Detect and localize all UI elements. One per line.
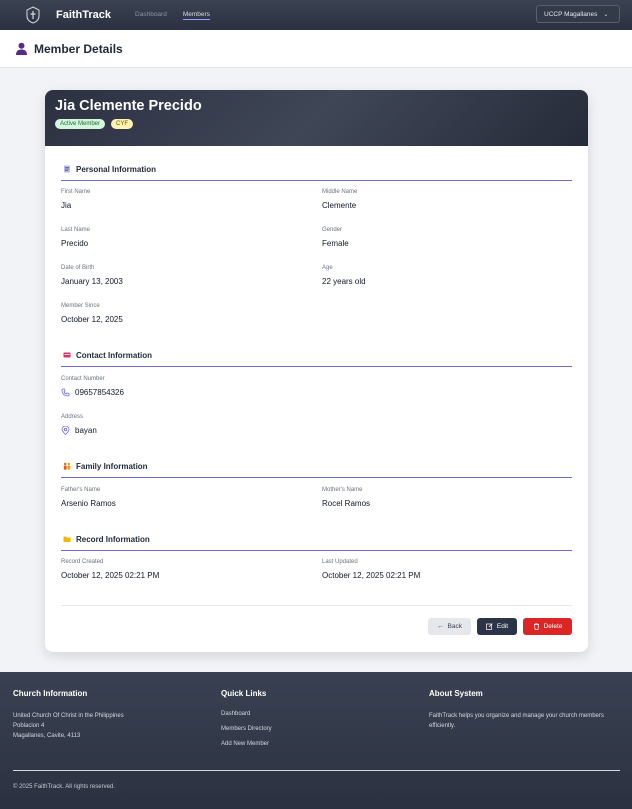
user-icon [16, 42, 27, 55]
actions-divider [61, 605, 572, 606]
field-value: January 13, 2003 [61, 277, 123, 286]
status-badge: Active Member [55, 119, 106, 129]
section-divider [61, 180, 572, 181]
field-first-name: First Name Jia [61, 189, 90, 210]
church-select-label: UCCP Magallanes [544, 10, 598, 18]
field-record-created: Record Created October 12, 2025 02:21 PM [61, 559, 159, 580]
field-label: Gender [322, 227, 343, 233]
footer-heading: Quick Links [221, 689, 267, 698]
field-label: Member Since [61, 303, 100, 309]
field-value: Arsenio Ramos [61, 499, 116, 508]
footer-church-info: Church Information United Church Of Chri… [13, 689, 124, 741]
back-button-label: Back [447, 623, 462, 630]
section-divider [61, 477, 572, 478]
field-label: Record Created [61, 559, 104, 565]
field-value: Jia [61, 201, 72, 210]
field-value: bayan [75, 426, 97, 435]
field-label: Date of Birth [61, 265, 95, 271]
section-title: Personal Information [76, 164, 157, 174]
card-header: Jia Clemente Precido Active Member CYF [45, 90, 588, 146]
about-text: FaithTrack helps you organize and manage… [429, 713, 604, 729]
site-footer: Church Information United Church Of Chri… [0, 672, 632, 809]
nav-link-members[interactable]: Members [182, 11, 210, 20]
footer-divider [13, 770, 620, 771]
field-value: Female [322, 239, 349, 248]
group-badge: CYF [111, 119, 134, 129]
record-info-section: Record Information [61, 532, 572, 551]
member-details-card: Jia Clemente Precido Active Member CYF P… [45, 90, 588, 652]
edit-button-label: Edit [496, 623, 509, 630]
trash-icon [533, 623, 539, 630]
church-logo-icon[interactable] [24, 5, 42, 25]
footer-link-add-new-member[interactable]: Add New Member [221, 741, 272, 747]
church-address-line2: Magallanes, Cavite, 4113 [13, 733, 81, 739]
field-label: Contact Number [61, 376, 105, 382]
phone-icon [61, 388, 70, 397]
field-date-of-birth: Date of Birth January 13, 2003 [61, 265, 123, 286]
field-label: Father's Name [61, 487, 101, 493]
personal-info-section: Personal Information [61, 162, 572, 181]
field-contact-number: Contact Number 09657854326 [61, 376, 124, 397]
section-divider [61, 366, 572, 367]
field-last-name: Last Name Precido [61, 227, 90, 248]
footer-link-dashboard[interactable]: Dashboard [221, 711, 272, 717]
section-title: Contact Information [76, 350, 152, 360]
arrow-left-icon: ← [437, 623, 444, 630]
footer-about: About System FaithTrack helps you organi… [429, 689, 619, 731]
field-value: Precido [61, 239, 89, 248]
chevron-down-icon: ⌄ [603, 11, 609, 18]
field-value[interactable]: 09657854326 [75, 388, 124, 397]
section-divider [61, 550, 572, 551]
footer-heading: Church Information [13, 689, 88, 698]
brand-name[interactable]: FaithTrack [56, 9, 111, 21]
edit-button[interactable]: Edit [477, 618, 517, 635]
field-label: Last Name [61, 227, 91, 233]
section-title: Family Information [76, 461, 148, 471]
field-age: Age 22 years old [322, 265, 366, 286]
footer-heading: About System [429, 689, 483, 698]
field-value: Rocel Ramos [322, 499, 371, 508]
folder-icon [63, 536, 71, 542]
contact-card-icon [63, 352, 71, 358]
church-address-line1: Poblacion 4 [13, 723, 45, 729]
field-value: 22 years old [322, 277, 366, 286]
copyright-text: © 2025 FaithTrack. All rights reserved. [13, 784, 115, 790]
field-label: Age [322, 265, 333, 271]
page-title: Member Details [34, 41, 123, 56]
field-value: Clemente [322, 201, 357, 210]
field-value: October 12, 2025 02:21 PM [322, 571, 421, 580]
field-address: Address bayan [61, 414, 97, 435]
field-mothers-name: Mother's Name Rocel Ramos [322, 487, 370, 508]
contact-info-section: Contact Information [61, 348, 572, 367]
top-navbar: FaithTrack Dashboard Members UCCP Magall… [0, 0, 632, 30]
field-value: October 12, 2025 [61, 315, 123, 324]
field-gender: Gender Female [322, 227, 349, 248]
field-label: First Name [61, 189, 91, 195]
member-name: Jia Clemente Precido [55, 98, 202, 114]
edit-icon [486, 623, 493, 630]
field-label: Last Updated [322, 559, 358, 565]
section-title: Record Information [76, 534, 150, 544]
field-member-since: Member Since October 12, 2025 [61, 303, 123, 324]
field-label: Address [61, 414, 84, 420]
church-select-dropdown[interactable]: UCCP Magallanes ⌄ [536, 5, 620, 23]
page-header: Member Details [0, 30, 632, 68]
field-last-updated: Last Updated October 12, 2025 02:21 PM [322, 559, 420, 580]
field-label: Middle Name [322, 189, 358, 195]
field-middle-name: Middle Name Clemente [322, 189, 357, 210]
family-icon [63, 462, 71, 470]
nav-link-dashboard[interactable]: Dashboard [135, 11, 167, 19]
family-info-section: Family Information [61, 459, 572, 478]
field-fathers-name: Father's Name Arsenio Ramos [61, 487, 116, 508]
footer-link-members-directory[interactable]: Members Directory [221, 726, 272, 732]
field-value: October 12, 2025 02:21 PM [61, 571, 160, 580]
id-card-icon [64, 165, 70, 173]
delete-button-label: Delete [543, 623, 563, 630]
church-name: United Church Of Christ in the Philippin… [13, 713, 124, 719]
delete-button[interactable]: Delete [523, 618, 572, 635]
field-label: Mother's Name [322, 487, 363, 493]
back-button[interactable]: ← Back [428, 618, 471, 635]
location-pin-icon [61, 426, 70, 435]
footer-quick-links: Quick Links Dashboard Members Directory … [221, 689, 272, 756]
